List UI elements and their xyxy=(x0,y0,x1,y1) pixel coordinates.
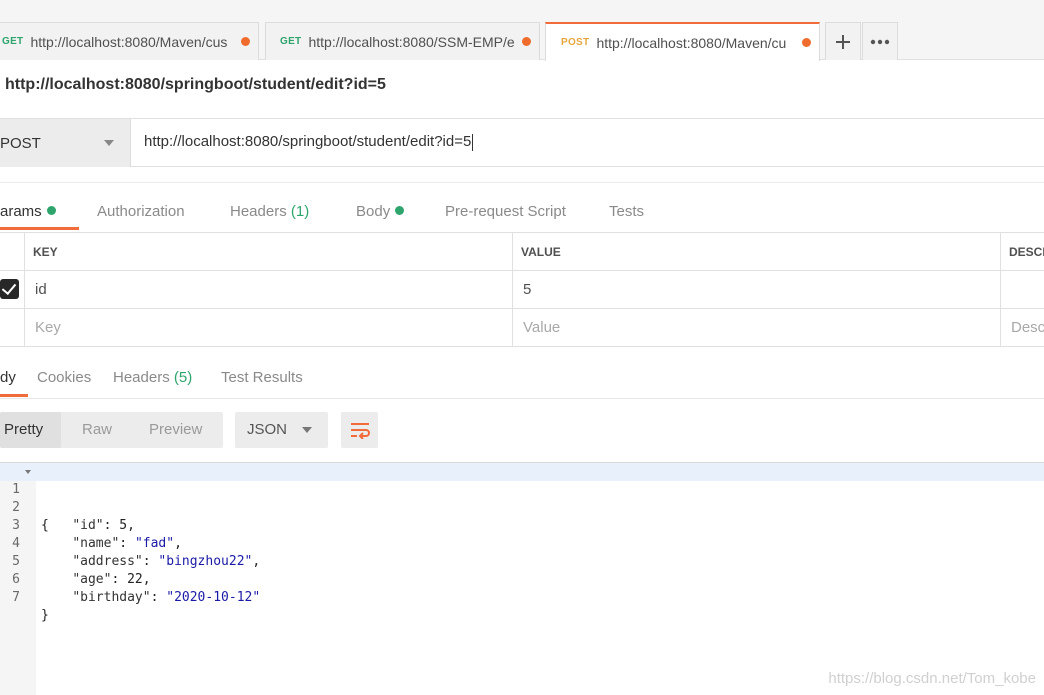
code-line: 2 "id": 5, xyxy=(0,481,1044,533)
response-tab-underline xyxy=(0,394,28,397)
param-value-cell[interactable]: 5 xyxy=(512,271,1000,308)
chevron-down-icon xyxy=(104,140,114,146)
json-key: "birthday" xyxy=(72,590,151,605)
new-tab-button[interactable] xyxy=(825,22,861,60)
tab-headers-label: Headers xyxy=(230,203,287,220)
response-headers-count: (5) xyxy=(173,369,193,386)
table-row: id 5 xyxy=(0,271,1044,309)
wrap-lines-icon xyxy=(350,423,370,439)
raw-button[interactable]: Raw xyxy=(82,421,112,438)
request-tab-3-active[interactable]: POST http://localhost:8080/Maven/cu xyxy=(545,22,820,61)
active-dot-icon xyxy=(395,206,405,215)
new-value-input[interactable]: Value xyxy=(512,309,1000,346)
tab-tests-label: Tests xyxy=(609,203,645,220)
format-dropdown[interactable]: JSON xyxy=(235,412,328,448)
unsaved-dot-icon xyxy=(802,38,811,47)
request-name: http://localhost:8080/springboot/student… xyxy=(5,76,386,93)
param-enabled-checkbox[interactable] xyxy=(0,279,19,299)
value-column-header: VALUE xyxy=(512,233,1000,270)
headers-count: (1) xyxy=(290,203,310,220)
new-key-input[interactable]: Key xyxy=(24,309,512,346)
plus-icon xyxy=(836,34,850,49)
code-line: 6 "birthday": "2020-10-12" xyxy=(0,553,1044,605)
tab-url: http://localhost:8080/Maven/cu xyxy=(596,34,787,51)
active-tab-underline xyxy=(0,227,79,230)
code-text: "birthday": "2020-10-12" xyxy=(72,590,261,605)
description-column-header: DESCR xyxy=(1000,233,1044,270)
code-line: 7 } xyxy=(0,571,1044,623)
code-line: 3 "name": "fad", xyxy=(0,499,1044,551)
table-header-row: KEY VALUE DESCR xyxy=(0,233,1044,271)
tab-url: http://localhost:8080/Maven/cus xyxy=(30,33,228,50)
tab-response-headers-label: Headers xyxy=(113,369,170,386)
tab-body[interactable]: Body xyxy=(356,203,405,220)
tab-method: GET xyxy=(280,36,302,47)
tab-body-label: Body xyxy=(356,203,391,220)
view-mode-group: Pretty Raw Preview xyxy=(0,412,223,448)
params-table: KEY VALUE DESCR id 5 Key Value Desc xyxy=(0,232,1044,347)
wrap-lines-button[interactable] xyxy=(341,412,378,448)
table-row-empty: Key Value Desc xyxy=(0,309,1044,347)
method-dropdown[interactable]: POST xyxy=(0,119,131,167)
line-number: 7 xyxy=(12,590,20,605)
tab-params[interactable]: arams xyxy=(0,203,56,220)
pretty-button[interactable]: Pretty xyxy=(4,421,43,438)
url-bar: POST http://localhost:8080/springboot/st… xyxy=(0,118,1044,167)
tab-authorization-label: Authorization xyxy=(97,203,185,220)
tab-params-label: arams xyxy=(0,203,42,220)
tab-method: POST xyxy=(561,37,590,48)
url-input[interactable]: http://localhost:8080/springboot/student… xyxy=(144,133,1024,151)
preview-button[interactable]: Preview xyxy=(149,421,202,438)
tab-response-headers[interactable]: Headers (5) xyxy=(113,369,192,386)
unsaved-dot-icon xyxy=(522,37,531,46)
param-key-cell[interactable]: id xyxy=(24,271,512,308)
fold-caret-icon[interactable] xyxy=(25,470,31,474)
code-text: } xyxy=(41,608,49,623)
json-value: "2020-10-12" xyxy=(166,590,261,605)
request-tabs: arams Authorization Headers (1) Body Pre… xyxy=(0,182,1044,232)
unsaved-dot-icon xyxy=(241,37,250,46)
response-body-editor[interactable]: 1 { 2 "id": 5, 3 "name": "fad", 4 "addre… xyxy=(0,462,1044,695)
url-text: http://localhost:8080/springboot/student… xyxy=(144,133,472,150)
tab-response-body[interactable]: dy xyxy=(0,369,16,386)
request-tab-2[interactable]: GET http://localhost:8080/SSM-EMP/e xyxy=(265,22,540,60)
more-tabs-button[interactable] xyxy=(862,22,898,60)
new-description-input[interactable]: Desc xyxy=(1000,309,1044,346)
tab-bar: GET http://localhost:8080/Maven/cus GET … xyxy=(0,0,1044,61)
format-label: JSON xyxy=(247,421,288,438)
tab-url: http://localhost:8080/SSM-EMP/e xyxy=(308,33,515,50)
code-line: 4 "address": "bingzhou22", xyxy=(0,517,1044,569)
tab-cookies[interactable]: Cookies xyxy=(37,369,91,386)
method-label: POST xyxy=(0,134,41,152)
tab-pre-request-label: Pre-request Script xyxy=(445,203,566,220)
tab-method: GET xyxy=(2,36,24,47)
more-horizontal-icon xyxy=(870,39,890,44)
code-line: 5 "age": 22, xyxy=(0,535,1044,587)
tab-headers[interactable]: Headers (1) xyxy=(230,203,309,220)
param-description-cell[interactable] xyxy=(1000,271,1044,308)
active-dot-icon xyxy=(46,206,56,215)
tab-authorization[interactable]: Authorization xyxy=(97,203,185,220)
tab-test-results[interactable]: Test Results xyxy=(221,369,303,386)
code-line: 1 { xyxy=(0,463,1044,533)
tab-tests[interactable]: Tests xyxy=(609,203,644,220)
request-tab-1[interactable]: GET http://localhost:8080/Maven/cus xyxy=(0,22,259,60)
response-tabs: dy Cookies Headers (5) Test Results xyxy=(0,355,1044,399)
chevron-down-icon xyxy=(302,427,312,433)
key-column-header: KEY xyxy=(24,233,512,270)
tab-pre-request-script[interactable]: Pre-request Script xyxy=(445,203,566,220)
watermark: https://blog.csdn.net/Tom_kobe xyxy=(828,670,1036,687)
text-cursor xyxy=(472,133,474,151)
